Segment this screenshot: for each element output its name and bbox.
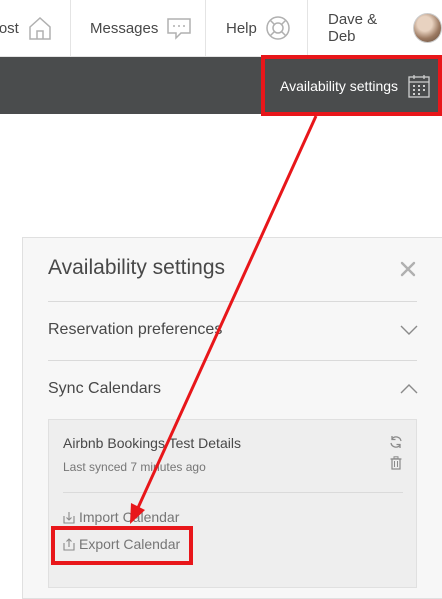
nav-help-label: Help <box>226 19 257 37</box>
nav-user-menu[interactable]: Dave & Deb <box>328 0 442 56</box>
lifebuoy-icon <box>266 16 290 40</box>
divider <box>48 360 417 361</box>
nav-divider <box>205 0 206 56</box>
availability-settings-button[interactable]: Availability settings <box>264 58 440 113</box>
nav-help[interactable]: Help <box>226 0 291 56</box>
export-icon <box>63 537 75 551</box>
speech-bubble-icon <box>167 18 192 40</box>
availability-settings-label: Availability settings <box>280 77 399 94</box>
section-reservation-preferences[interactable]: Reservation preferences <box>48 321 222 339</box>
chevron-up-icon[interactable] <box>400 383 418 395</box>
refresh-icon[interactable] <box>389 435 403 449</box>
export-calendar-link[interactable]: Export Calendar <box>63 536 180 552</box>
import-calendar-link[interactable]: Import Calendar <box>63 509 179 525</box>
divider <box>48 301 417 302</box>
nav-host-label: Host <box>0 19 19 37</box>
divider <box>63 492 403 493</box>
nav-host[interactable]: Host <box>0 0 53 56</box>
chevron-down-icon[interactable] <box>400 324 418 336</box>
nav-messages[interactable]: Messages <box>90 0 192 56</box>
close-icon[interactable] <box>399 260 417 278</box>
last-synced-text: Last synced 7 minutes ago <box>63 460 206 474</box>
calendar-name: Airbnb Bookings Test Details <box>63 435 241 451</box>
avatar <box>413 13 442 43</box>
section-sync-calendars[interactable]: Sync Calendars <box>48 380 161 398</box>
trash-icon[interactable] <box>390 456 402 470</box>
import-icon <box>63 511 75 524</box>
import-calendar-label: Import Calendar <box>79 509 180 525</box>
home-icon <box>29 16 51 40</box>
nav-messages-label: Messages <box>90 19 159 37</box>
nav-divider <box>70 0 71 56</box>
export-calendar-label: Export Calendar <box>79 536 181 552</box>
calendar-icon <box>408 74 430 98</box>
panel-title: Availability settings <box>48 256 226 279</box>
user-name: Dave & Deb <box>328 11 378 45</box>
nav-divider <box>307 0 308 56</box>
top-navigation: Host Messages Help Dave & Deb <box>0 0 442 57</box>
